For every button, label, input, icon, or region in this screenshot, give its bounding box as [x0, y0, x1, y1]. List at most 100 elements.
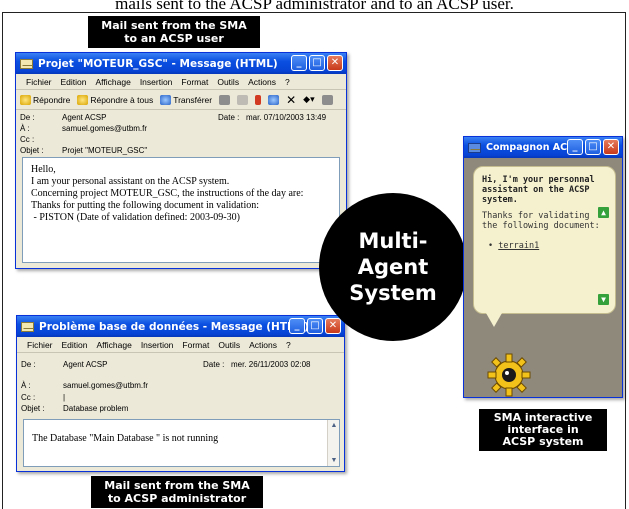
caption-line: Mail sent from the SMA — [104, 479, 250, 492]
minimize-button[interactable]: _ — [291, 55, 307, 71]
center-label-line: System — [349, 281, 437, 305]
body-line: Hello, — [31, 164, 56, 175]
subject-label: Objet : — [21, 404, 45, 413]
companion-body: Hi, I'm your personnal assistant on the … — [464, 158, 622, 397]
greeting-line: assistant on the ACSP — [482, 185, 590, 195]
from-label: De : — [20, 113, 35, 122]
envelope-icon — [21, 321, 34, 332]
companion-app-icon — [468, 142, 481, 153]
reply-all-button[interactable]: Répondre à tous — [77, 94, 154, 105]
caption-user-mail: Mail sent from the SMA to an ACSP user — [88, 16, 260, 48]
caption-admin-mail: Mail sent from the SMA to ACSP administr… — [91, 476, 263, 508]
menu-actions[interactable]: Actions — [248, 77, 276, 87]
scrollbar[interactable]: ▲ ▼ — [327, 420, 339, 466]
menu-format[interactable]: Format — [182, 340, 209, 350]
forward-button[interactable]: Transférer — [160, 94, 213, 105]
close-button[interactable]: ✕ — [325, 318, 341, 334]
date-label: Date : — [218, 113, 240, 122]
scroll-down-icon[interactable]: ▼ — [329, 456, 339, 465]
help-button[interactable] — [321, 94, 333, 105]
menu-fichier[interactable]: Fichier — [27, 340, 53, 350]
document-link[interactable]: terrain1 — [498, 241, 539, 251]
window-title: Projet "MOTEUR_GSC" - Message (HTML) — [38, 57, 278, 70]
caption-line: to an ACSP user — [124, 32, 224, 45]
subject-label: Objet : — [20, 146, 44, 155]
mail-window-user: Projet "MOTEUR_GSC" - Message (HTML) _ □… — [15, 52, 347, 269]
caption-line: to ACSP administrator — [107, 492, 247, 505]
menu-insertion[interactable]: Insertion — [140, 77, 173, 87]
menu-edition[interactable]: Edition — [61, 77, 87, 87]
menu-bar: Fichier Edition Affichage Insertion Form… — [17, 337, 344, 353]
print-button[interactable] — [219, 94, 231, 105]
move-button[interactable] — [268, 94, 280, 105]
document-item[interactable]: • terrain1 — [482, 241, 607, 251]
body-line: Concerning project MOTEUR_GSC, the instr… — [31, 188, 304, 199]
menu-outils[interactable]: Outils — [218, 340, 240, 350]
caption-line: Mail sent from the SMA — [101, 19, 247, 32]
to-label: À : — [21, 380, 31, 390]
title-bar[interactable]: Projet "MOTEUR_GSC" - Message (HTML) _ □… — [16, 53, 346, 74]
menu-help[interactable]: ? — [286, 340, 291, 350]
bubble-tail — [486, 313, 502, 327]
maximize-button[interactable]: □ — [309, 55, 325, 71]
body-line: Thanks for putting the following documen… — [31, 200, 260, 211]
caption-sma-interface: SMA interactive interface in ACSP system — [479, 409, 607, 451]
menu-help[interactable]: ? — [285, 77, 290, 87]
date-label: Date : — [203, 360, 225, 369]
close-button[interactable]: ✕ — [327, 55, 343, 71]
message-body[interactable]: The Database "Main Database " is not run… — [23, 419, 340, 467]
previous-button[interactable]: ◆▾ — [303, 94, 314, 105]
window-title: Problème base de données - Message (HTML… — [39, 320, 309, 333]
title-bar[interactable]: Compagnon AC... _ □ ✕ — [464, 137, 622, 158]
center-label-line: Multi- — [358, 229, 428, 253]
menu-bar: Fichier Edition Affichage Insertion Form… — [16, 74, 346, 90]
flag-icon — [255, 94, 262, 105]
delete-button[interactable]: ✕ — [286, 93, 296, 107]
message-body[interactable]: Hello, I am your personal assistant on t… — [22, 157, 340, 263]
menu-outils[interactable]: Outils — [217, 77, 239, 87]
close-button[interactable]: ✕ — [603, 139, 619, 155]
menu-affichage[interactable]: Affichage — [97, 340, 132, 350]
menu-affichage[interactable]: Affichage — [96, 77, 131, 87]
gear-agent-icon[interactable] — [486, 352, 532, 398]
reply-icon — [20, 94, 31, 105]
forward-label: Transférer — [173, 94, 213, 105]
menu-edition[interactable]: Edition — [62, 340, 88, 350]
date-value: mar. 07/10/2003 13:49 — [246, 113, 327, 122]
body-line: - PISTON (Date of validation defined: 20… — [31, 212, 240, 223]
maximize-button[interactable]: □ — [307, 318, 323, 334]
envelope-icon — [20, 58, 33, 69]
maximize-button[interactable]: □ — [585, 139, 601, 155]
overflow-chevron-icon[interactable]: » — [346, 95, 347, 105]
cc-label: Cc : — [20, 135, 35, 144]
speech-bubble: Hi, I'm your personnal assistant on the … — [473, 166, 616, 327]
menu-insertion[interactable]: Insertion — [141, 340, 174, 350]
minimize-button[interactable]: _ — [289, 318, 305, 334]
scroll-up-icon[interactable]: ▲ — [329, 421, 339, 430]
from-value: Agent ACSP — [63, 360, 108, 369]
reply-button[interactable]: Répondre — [20, 94, 71, 105]
message-line: the following document: — [482, 221, 600, 231]
menu-actions[interactable]: Actions — [249, 340, 277, 350]
folder-icon — [268, 94, 280, 105]
menu-format[interactable]: Format — [181, 77, 208, 87]
to-value: samuel.gomes@utbm.fr — [63, 380, 149, 390]
menu-fichier[interactable]: Fichier — [26, 77, 52, 87]
message-line: Thanks for validating — [482, 211, 590, 221]
copy-icon — [237, 94, 249, 105]
scroll-up-arrow-icon[interactable]: ▲ — [598, 207, 609, 218]
copy-button[interactable] — [237, 94, 249, 105]
reply-all-label: Répondre à tous — [90, 94, 154, 105]
greeting-line: Hi, I'm your personnal — [482, 175, 595, 185]
minimize-button[interactable]: _ — [567, 139, 583, 155]
title-bar[interactable]: Problème base de données - Message (HTML… — [17, 316, 344, 337]
scroll-down-arrow-icon[interactable]: ▼ — [598, 294, 609, 305]
subject-value: Database problem — [63, 404, 129, 413]
reply-label: Répondre — [33, 94, 71, 105]
body-line: The Database "Main Database " is not run… — [32, 433, 219, 444]
flag-button[interactable] — [255, 94, 262, 105]
date-value: mer. 26/11/2003 02:08 — [231, 360, 311, 369]
toolbar: Répondre Répondre à tous Transférer ✕ ◆▾… — [16, 90, 346, 110]
forward-icon — [160, 94, 172, 105]
body-line: I am your personal assistant on the ACSP… — [31, 176, 230, 187]
